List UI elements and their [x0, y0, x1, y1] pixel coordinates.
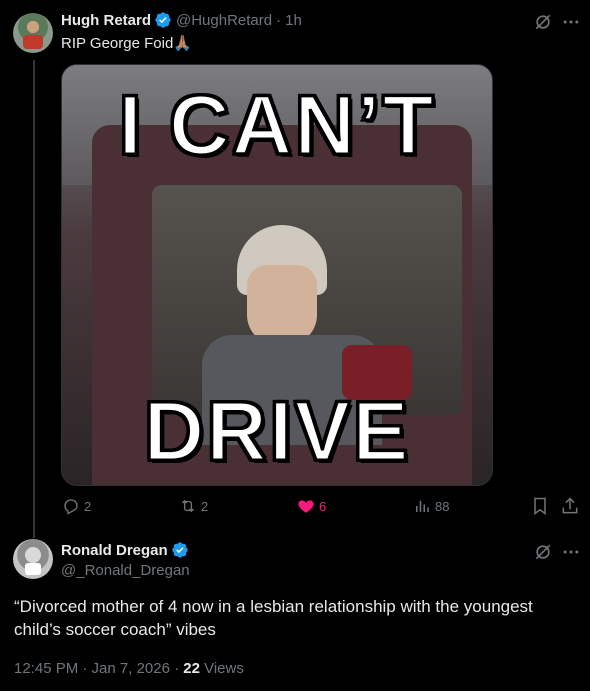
- reply-count: 2: [84, 498, 92, 514]
- meme-bottom-text: DRIVE: [142, 383, 411, 480]
- reply-icon: [64, 499, 78, 515]
- reply-button[interactable]: 2: [62, 497, 91, 515]
- verified-badge-icon[interactable]: [154, 11, 172, 29]
- more-options-icon[interactable]: [560, 541, 582, 563]
- author-handle[interactable]: @HughRetard: [176, 12, 272, 29]
- verified-badge-icon[interactable]: [171, 541, 189, 559]
- avatar[interactable]: [13, 13, 53, 53]
- like-count: 6: [319, 498, 327, 514]
- views-count: 22: [183, 660, 200, 677]
- repost-button[interactable]: 2: [179, 497, 208, 515]
- tweet-text: “Divorced mother of 4 now in a lesbian r…: [14, 597, 533, 639]
- tweet-meta: 12:45 PM · Jan 7, 2026 · 22 Views: [14, 660, 244, 677]
- tweet-media-image[interactable]: I CAN’T DRIVE: [61, 64, 493, 486]
- avatar[interactable]: [13, 539, 53, 579]
- analytics-icon: [416, 500, 429, 512]
- tweet-text: RIP George Foid🙏🏽: [61, 35, 192, 52]
- bookmark-icon[interactable]: [530, 496, 550, 516]
- share-icon[interactable]: [560, 496, 580, 516]
- views-label: Views: [199, 660, 244, 677]
- meme-top-text: I CAN’T: [117, 77, 436, 174]
- views-button[interactable]: 88: [413, 497, 449, 515]
- grok-icon[interactable]: [532, 541, 554, 563]
- timestamp[interactable]: 1h: [285, 12, 302, 29]
- author-name[interactable]: Hugh Retard: [61, 12, 151, 29]
- thread-connector-line: [33, 60, 35, 538]
- timestamp[interactable]: 12:45 PM · Jan 7, 2026 ·: [14, 660, 183, 677]
- like-button[interactable]: 6: [297, 497, 326, 515]
- tweet1-header: Hugh Retard @HughRetard · 1h: [61, 11, 302, 29]
- separator-dot: ·: [276, 11, 282, 29]
- more-options-icon[interactable]: [560, 11, 582, 33]
- tweet2-header: Ronald Dregan: [61, 541, 193, 559]
- repost-count: 2: [201, 498, 209, 514]
- grok-icon[interactable]: [532, 11, 554, 33]
- author-handle[interactable]: @_Ronald_Dregan: [61, 562, 190, 579]
- heart-icon: [298, 500, 314, 513]
- repost-icon: [181, 499, 195, 513]
- views-count: 88: [435, 498, 450, 514]
- author-name[interactable]: Ronald Dregan: [61, 542, 168, 559]
